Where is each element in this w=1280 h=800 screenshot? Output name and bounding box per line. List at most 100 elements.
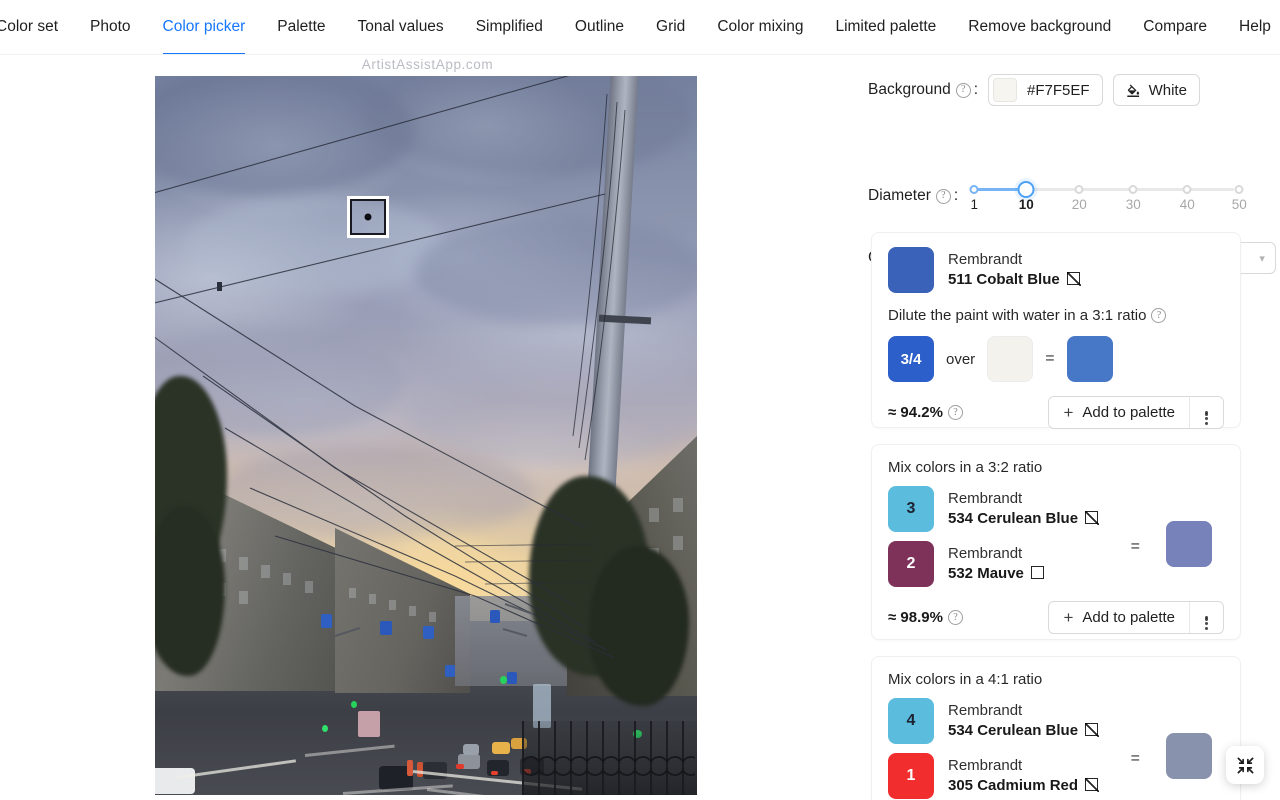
slider-tick[interactable] — [1234, 185, 1244, 194]
over-label: over — [946, 350, 976, 368]
equals-sign: = — [1045, 350, 1055, 367]
background-label: Background — [868, 81, 951, 98]
photo-overhead-wires — [155, 76, 626, 659]
paint-brand: Rembrandt — [948, 489, 1023, 507]
add-to-palette-label: Add to palette — [1082, 404, 1175, 421]
photo-car — [463, 744, 479, 755]
tab-compare[interactable]: Compare — [1127, 0, 1223, 54]
dilute-tip: Dilute the paint with water in a 3:1 rat… — [888, 307, 1147, 324]
similarity-help-icon[interactable]: ? — [947, 405, 963, 420]
mix-result-swatch — [1166, 733, 1212, 779]
diameter-slider[interactable]: 1 10 20 30 40 50 — [968, 179, 1247, 213]
photo-car — [456, 764, 464, 769]
background-color-value: #F7F5EF — [1027, 81, 1090, 99]
chevron-down-icon: ▾ — [1259, 252, 1265, 265]
color-picker-target[interactable] — [347, 196, 389, 238]
photo-street-sign — [507, 672, 517, 684]
tab-simplified[interactable]: Simplified — [460, 0, 559, 54]
card-overflow-menu-button[interactable] — [1189, 397, 1223, 428]
slider-mark-50[interactable]: 50 — [1232, 197, 1247, 212]
slider-mark-10[interactable]: 10 — [1019, 197, 1034, 212]
slider-mark-40[interactable]: 40 — [1180, 197, 1195, 212]
tab-label: Compare — [1143, 18, 1208, 35]
photo-car — [491, 771, 498, 775]
paint-name: 534 Cerulean Blue — [948, 721, 1079, 739]
tab-palette[interactable]: Palette — [261, 0, 341, 54]
paint-bucket-icon — [1126, 84, 1139, 97]
slider-handle[interactable] — [1017, 181, 1035, 198]
exit-fullscreen-button[interactable] — [1226, 746, 1264, 784]
diameter-help-icon[interactable]: ? — [935, 188, 951, 204]
tab-label: Remove background — [968, 18, 1112, 35]
background-help-icon[interactable]: ? — [955, 82, 971, 98]
mix-tip: Mix colors in a 3:2 ratio — [888, 459, 1043, 476]
slider-mark-30[interactable]: 30 — [1126, 197, 1141, 212]
diameter-separator: : — [953, 187, 959, 204]
add-to-palette-button[interactable]: + Add to palette — [1049, 602, 1189, 633]
slider-tick[interactable] — [1128, 185, 1138, 194]
tab-color-picker[interactable]: Color picker — [147, 0, 262, 54]
tab-limited-palette[interactable]: Limited palette — [819, 0, 952, 54]
tab-label: Tonal values — [357, 18, 444, 35]
slider-tick[interactable] — [1074, 185, 1084, 194]
paint-brand: Rembrandt — [948, 756, 1023, 774]
paint-info: Rembrandt 534 Cerulean Blue — [948, 489, 1100, 529]
tab-photo[interactable]: Photo — [74, 0, 147, 54]
semi-opaque-icon — [1066, 271, 1081, 286]
background-color-swatch — [993, 78, 1018, 102]
card-overflow-menu-button[interactable] — [1189, 602, 1223, 633]
slider-tick[interactable] — [969, 185, 979, 194]
paint-entry: Rembrandt 511 Cobalt Blue — [888, 247, 1224, 293]
paint-brand: Rembrandt — [948, 544, 1023, 562]
tab-label: Color mixing — [717, 18, 804, 35]
paint-swatch: 4 — [888, 698, 934, 744]
background-white-preset-button[interactable]: White — [1112, 74, 1200, 106]
mix-tip: Mix colors in a 4:1 ratio — [888, 671, 1043, 688]
card-footer: ≈ 98.9% ? + Add to palette — [888, 601, 1224, 634]
tab-help[interactable]: Help — [1223, 0, 1280, 54]
paint-result-card: Mix colors in a 3:2 ratio 3 Rembrandt 53… — [871, 444, 1241, 640]
photo-car — [155, 768, 195, 794]
plus-icon: + — [1063, 403, 1074, 422]
tab-remove-background[interactable]: Remove background — [952, 0, 1127, 54]
photo-street-sign — [380, 621, 392, 635]
diameter-label: Diameter — [868, 187, 931, 204]
slider-tick[interactable] — [1182, 185, 1192, 194]
paint-info: Rembrandt 511 Cobalt Blue — [948, 251, 1081, 289]
dilute-formula-row: 3/4 over = — [888, 336, 1224, 382]
paint-name-row: 534 Cerulean Blue — [948, 509, 1100, 529]
slider-mark-1[interactable]: 1 — [970, 197, 978, 212]
background-row: Background ? : #F7F5EF White — [868, 74, 1200, 106]
paint-swatch: 2 — [888, 541, 934, 587]
paint-name-row: 534 Cerulean Blue — [948, 721, 1100, 741]
mix-result-swatch — [1166, 521, 1212, 567]
similarity-percent: ≈ 94.2% — [888, 404, 943, 421]
tab-label: Color set — [0, 18, 59, 35]
slider-mark-20[interactable]: 20 — [1072, 197, 1087, 212]
equals-sign: = — [1130, 538, 1140, 555]
photo-traffic-light — [322, 725, 328, 732]
color-picker-panel: Background ? : #F7F5EF White Diameter ? … — [855, 55, 1280, 800]
tab-grid[interactable]: Grid — [640, 0, 701, 54]
dilute-help-icon[interactable]: ? — [1151, 308, 1167, 323]
card-footer: ≈ 94.2% ? + Add to palette — [888, 396, 1224, 429]
similarity-help-icon[interactable]: ? — [947, 610, 963, 625]
semi-opaque-icon — [1085, 510, 1100, 525]
kebab-menu-icon — [1205, 616, 1208, 630]
photo-pedestrian — [407, 760, 413, 776]
paint-info: Rembrandt 534 Cerulean Blue — [948, 702, 1100, 741]
tab-color-mixing[interactable]: Color mixing — [701, 0, 819, 54]
tab-tonal-values[interactable]: Tonal values — [342, 0, 460, 54]
reference-photo-canvas[interactable] — [155, 76, 697, 795]
paint-swatch: 1 — [888, 753, 934, 799]
paint-name: 511 Cobalt Blue — [948, 270, 1060, 288]
tab-label: Limited palette — [835, 18, 937, 35]
background-color-field[interactable]: #F7F5EF — [988, 74, 1103, 106]
photo-traffic-light — [500, 676, 507, 684]
paint-swatch: 3 — [888, 486, 934, 532]
paint-name-row: 532 Mauve — [948, 564, 1044, 584]
add-to-palette-button[interactable]: + Add to palette — [1049, 397, 1189, 428]
tab-color-set[interactable]: Color set — [0, 0, 74, 54]
tab-outline[interactable]: Outline — [559, 0, 640, 54]
photo-railing-rings — [523, 753, 695, 779]
